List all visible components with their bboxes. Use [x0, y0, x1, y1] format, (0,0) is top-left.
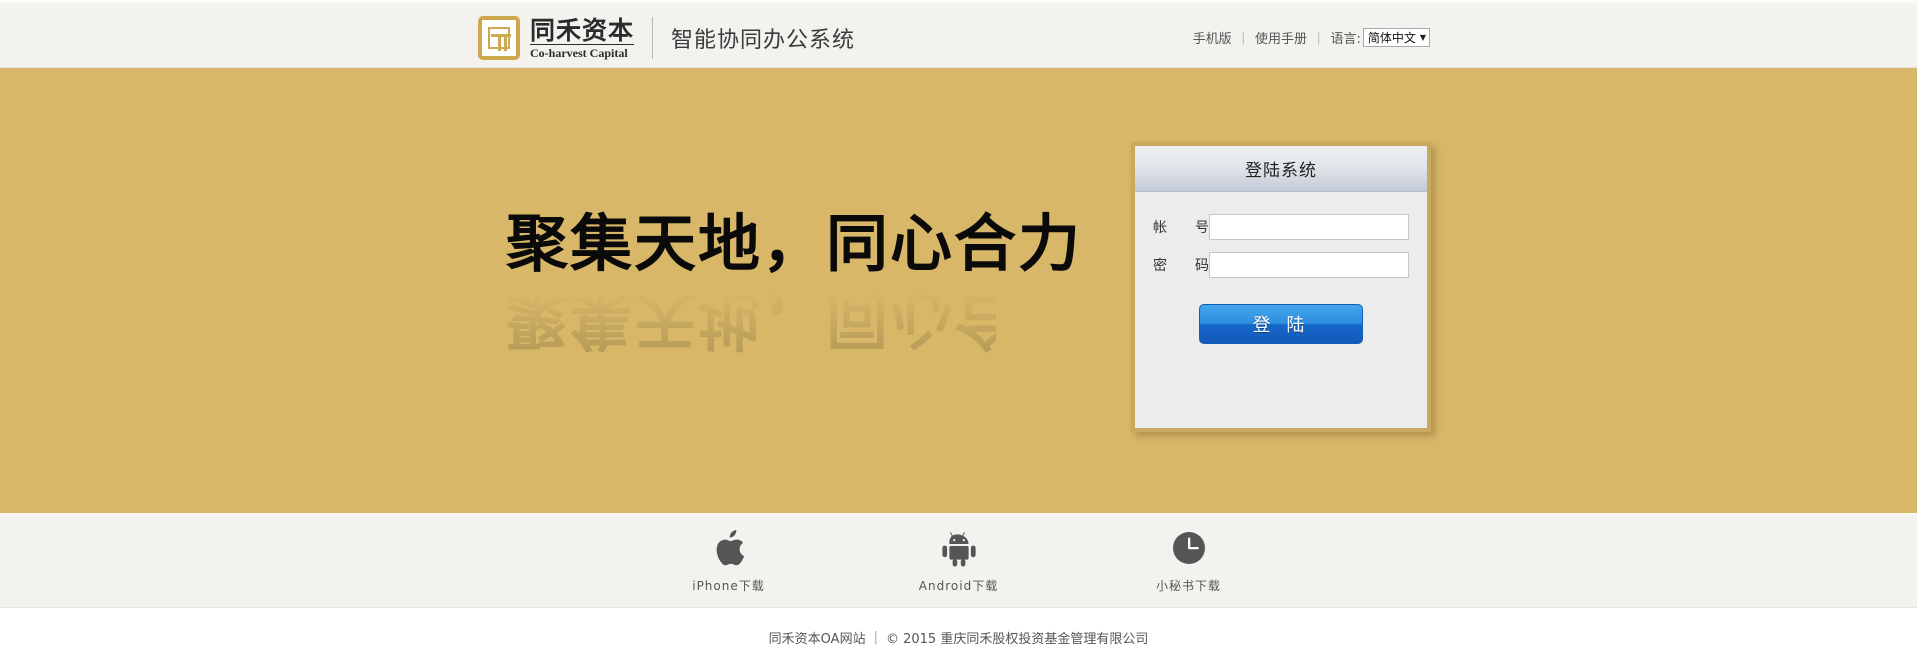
android-icon	[940, 529, 978, 567]
footer-separator: |	[873, 630, 878, 645]
download-label-assistant: 小秘书下载	[1155, 578, 1221, 593]
password-label-char-1: 密	[1153, 258, 1167, 274]
password-label-char-2: 码	[1195, 258, 1209, 274]
download-item-android[interactable]: Android下载	[899, 529, 1019, 594]
brand-text: 同禾资本 Co-harvest Capital	[530, 15, 635, 60]
clock-icon	[1171, 529, 1207, 567]
download-label-android: Android下载	[918, 578, 999, 593]
password-label: 密 码	[1153, 255, 1209, 275]
login-submit-button[interactable]: 登 陆	[1199, 304, 1363, 344]
account-label: 帐 号	[1153, 217, 1209, 237]
login-button-row: 登 陆	[1153, 304, 1409, 344]
brand-name-cn: 同禾资本	[530, 15, 635, 45]
hero-banner: 聚集天地，同心合力 聚集天地，同心合力 登陆系统 帐 号 密 码 登 陆	[0, 68, 1917, 513]
page-header: 同禾资本 Co-harvest Capital 智能协同办公系统 手机版 | 使…	[0, 0, 1917, 68]
brand-name-en: Co-harvest Capital	[530, 43, 635, 60]
account-field-row: 帐 号	[1153, 214, 1409, 240]
apple-icon	[712, 529, 746, 567]
login-panel: 登陆系统 帐 号 密 码 登 陆	[1131, 142, 1431, 432]
login-panel-header: 登陆系统	[1135, 146, 1427, 192]
password-input[interactable]	[1209, 252, 1409, 278]
login-form: 帐 号 密 码 登 陆	[1135, 192, 1427, 344]
language-select[interactable]: 简体中文 ▼	[1362, 27, 1430, 47]
header-subtitle: 智能协同办公系统	[671, 28, 856, 53]
chevron-down-icon: ▼	[1419, 32, 1426, 42]
slogan-text: 聚集天地，同心合力	[506, 207, 1083, 280]
language-select-value: 简体中文	[1367, 30, 1416, 45]
slogan-block: 聚集天地，同心合力 聚集天地，同心合力	[506, 207, 1083, 358]
footer-site-name: 同禾资本OA网站	[768, 632, 866, 647]
nav-link-manual[interactable]: 使用手册	[1245, 28, 1317, 47]
account-label-char-1: 帐	[1153, 220, 1167, 236]
download-label-iphone: iPhone下载	[692, 578, 765, 593]
slogan-reflection: 聚集天地，同心合力	[506, 284, 1083, 357]
logo-stroke-b	[498, 37, 501, 51]
logo-stroke-a	[491, 34, 511, 37]
account-label-char-2: 号	[1195, 220, 1209, 236]
download-strip: iPhone下载 Android下载 小秘书下载	[0, 513, 1917, 608]
brand: 同禾资本 Co-harvest Capital 智能协同办公系统	[478, 15, 855, 61]
page-footer: 同禾资本OA网站 | © 2015 重庆同禾股权投资基金管理有限公司	[0, 608, 1917, 667]
footer-copyright: © 2015 重庆同禾股权投资基金管理有限公司	[885, 632, 1149, 647]
download-item-iphone[interactable]: iPhone下载	[669, 529, 789, 594]
password-field-row: 密 码	[1153, 252, 1409, 278]
account-input[interactable]	[1209, 214, 1409, 240]
nav-link-mobile[interactable]: 手机版	[1183, 28, 1242, 47]
cohar-vest-seal-logo-icon	[478, 16, 520, 60]
brand-divider	[652, 17, 654, 59]
language-label: 语言:	[1330, 31, 1361, 47]
top-nav: 手机版 | 使用手册 | 语言: 简体中文 ▼	[1183, 3, 1430, 71]
login-title: 登陆系统	[1245, 161, 1317, 181]
logo-stroke-c	[504, 37, 507, 51]
download-item-assistant[interactable]: 小秘书下载	[1129, 529, 1249, 594]
